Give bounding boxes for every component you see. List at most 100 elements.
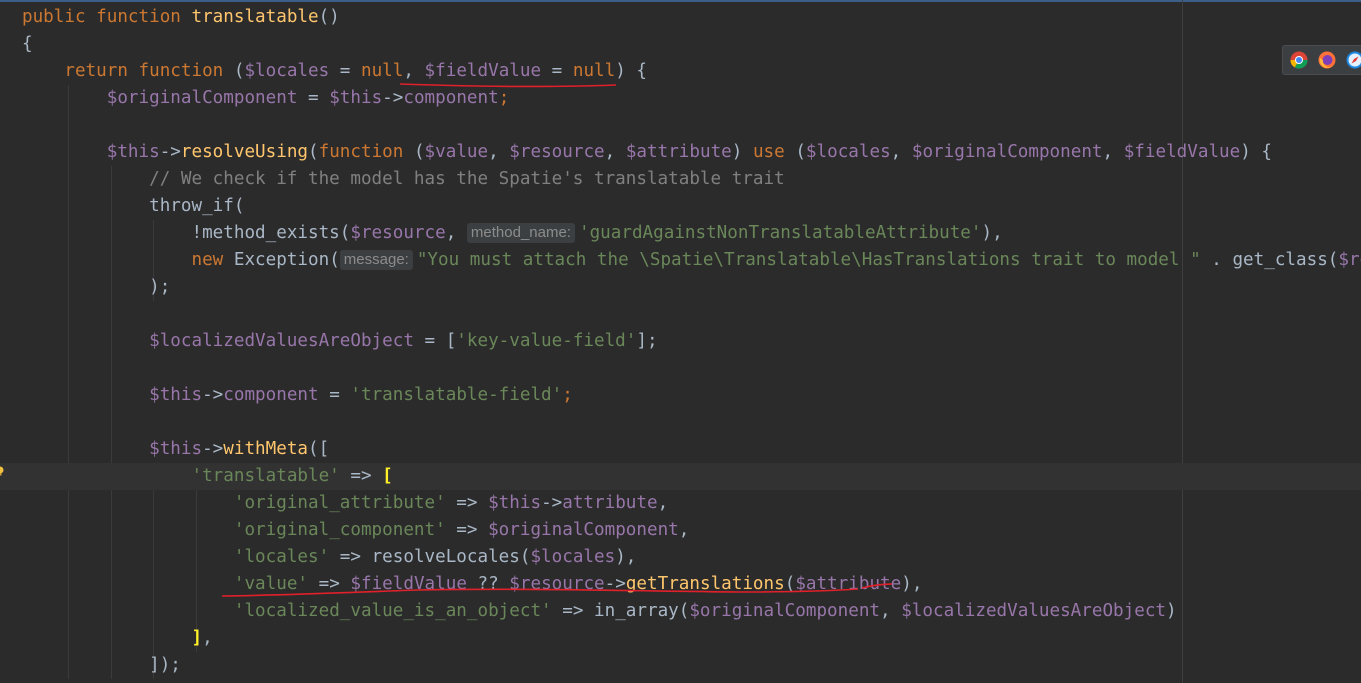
code-token: ; — [498, 88, 510, 108]
code-token: 'original_attribute' — [233, 493, 446, 513]
code-line[interactable]: ]); — [0, 652, 1361, 679]
code-token: translatable — [191, 7, 319, 27]
code-token: 'locales' — [233, 547, 330, 567]
code-token: -> — [202, 385, 224, 405]
code-editor[interactable]: public function translatable(){ return f… — [0, 0, 1361, 683]
code-line[interactable]: 'original_component' => $originalCompone… — [0, 517, 1361, 544]
code-token: ( — [795, 142, 806, 162]
code-line[interactable]: ], — [0, 625, 1361, 652]
code-token: $fieldValue — [1123, 142, 1241, 162]
code-token: $value — [424, 142, 489, 162]
code-token: , — [890, 142, 912, 162]
code-token: 'value' — [233, 574, 309, 594]
code-token: $localizedValuesAreObject — [149, 331, 414, 351]
code-token: $this — [329, 88, 383, 108]
code-token: , — [202, 628, 213, 648]
code-token: ( — [308, 142, 319, 162]
code-token: ) — [1166, 601, 1177, 621]
code-line[interactable]: new Exception(message: "You must attach t… — [0, 247, 1361, 274]
code-line[interactable] — [0, 355, 1361, 382]
code-line[interactable]: public function translatable() — [0, 4, 1361, 31]
code-line[interactable]: // We check if the model has the Spatie'… — [0, 166, 1361, 193]
code-line[interactable]: 'locales' => resolveLocales($locales), — [0, 544, 1361, 571]
safari-icon[interactable] — [1346, 51, 1361, 69]
code-token: ?? — [466, 574, 510, 594]
code-token: resolveUsing — [180, 142, 309, 162]
code-token: $fieldValue — [350, 574, 467, 594]
parameter-hint: method_name: — [466, 223, 575, 243]
code-token: = — [318, 385, 351, 405]
firefox-icon[interactable] — [1318, 51, 1336, 69]
lightbulb-icon[interactable] — [0, 466, 4, 476]
code-line[interactable]: $this->component = 'translatable-field'; — [0, 382, 1361, 409]
code-line[interactable] — [0, 409, 1361, 436]
code-token: "You must attach the \Spatie\Translatabl… — [416, 250, 1201, 270]
code-token: 'localized_value_is_an_object' — [233, 601, 552, 621]
code-token: { — [22, 34, 33, 54]
parameter-hint: message: — [339, 250, 413, 270]
code-token: ), — [901, 574, 923, 594]
code-token: 'translatable' — [191, 466, 340, 486]
code-token: 'guardAgainstNonTranslatableAttribute' — [578, 223, 982, 243]
code-line[interactable]: !method_exists($resource, method_name:'g… — [0, 220, 1361, 247]
editor-top-border — [0, 0, 1361, 2]
code-line[interactable] — [0, 112, 1361, 139]
code-token: () — [318, 7, 340, 27]
code-line[interactable]: 'translatable' => [ — [0, 463, 1361, 490]
code-token: = — [297, 88, 330, 108]
code-token: $locales — [530, 547, 616, 567]
code-token: $locales — [805, 142, 891, 162]
code-token: ]; — [636, 331, 658, 351]
code-token: => — [308, 574, 351, 594]
code-line[interactable]: $this->resolveUsing(function ($value, $r… — [0, 139, 1361, 166]
code-line[interactable]: $localizedValuesAreObject = ['key-value-… — [0, 328, 1361, 355]
chrome-icon[interactable] — [1290, 51, 1308, 69]
code-token: $resource — [509, 574, 605, 594]
code-token: -> — [159, 142, 181, 162]
code-token: [ — [382, 466, 393, 486]
code-line[interactable]: $originalComponent = $this->component; — [0, 85, 1361, 112]
code-line[interactable]: { — [0, 31, 1361, 58]
code-token: $locales — [244, 61, 330, 81]
code-token: => — [445, 493, 489, 513]
code-token: 'original_component' — [233, 520, 446, 540]
code-token: ), — [615, 547, 637, 567]
code-token: $localizedValuesAreObject — [901, 601, 1167, 621]
code-token: public function — [22, 7, 192, 27]
code-token: => resolveLocales( — [329, 547, 531, 567]
code-line[interactable]: return function ($locales = null, $field… — [0, 58, 1361, 85]
code-token: new — [191, 250, 234, 270]
code-token: = — [541, 61, 573, 81]
code-token: null — [572, 61, 616, 81]
code-token: , — [1102, 142, 1124, 162]
code-token: $originalComponent — [689, 601, 881, 621]
code-token: , — [880, 601, 902, 621]
code-token: ) — [731, 142, 753, 162]
code-line[interactable] — [0, 301, 1361, 328]
code-token: ] — [191, 628, 203, 648]
code-token: null — [360, 61, 404, 81]
code-token: => — [339, 466, 383, 486]
code-token: $this — [106, 142, 160, 162]
code-line[interactable]: 'value' => $fieldValue ?? $resource->get… — [0, 571, 1361, 598]
code-line[interactable]: throw_if( — [0, 193, 1361, 220]
code-token: -> — [604, 574, 626, 594]
code-token: -> — [382, 88, 404, 108]
code-token: => in_array( — [551, 601, 690, 621]
code-line[interactable]: ); — [0, 274, 1361, 301]
code-token: , — [445, 223, 467, 243]
code-line[interactable]: 'original_attribute' => $this->attribute… — [0, 490, 1361, 517]
code-line[interactable]: 'localized_value_is_an_object' => in_arr… — [0, 598, 1361, 625]
code-token: => — [445, 520, 489, 540]
code-line[interactable]: $this->withMeta([ — [0, 436, 1361, 463]
